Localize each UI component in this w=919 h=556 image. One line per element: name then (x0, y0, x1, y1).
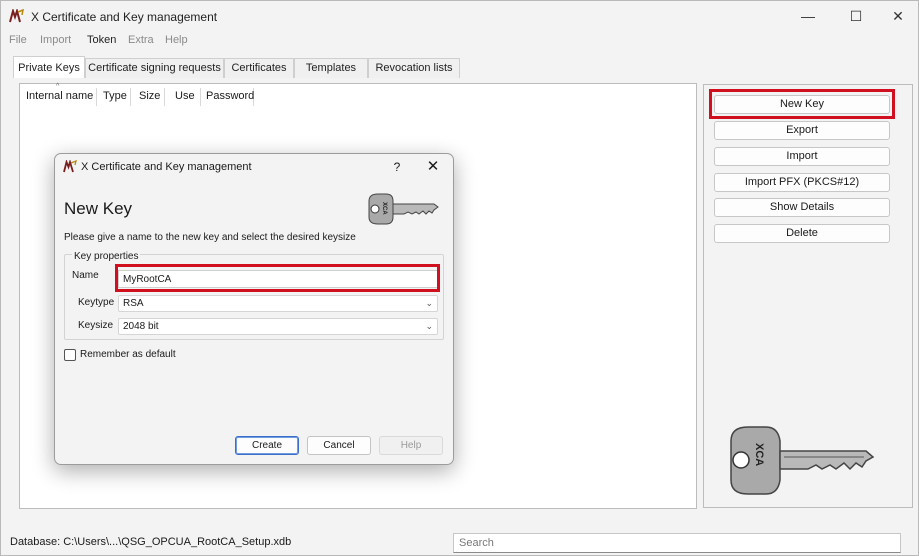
menu-file[interactable]: File (9, 34, 27, 46)
name-field-highlight (115, 264, 440, 292)
status-bar: Database: C:\Users\...\QSG_OPCUA_RootCA_… (1, 531, 918, 556)
keysize-value: 2048 bit (123, 321, 159, 332)
title-bar: X Certificate and Key management — ☐ ✕ (1, 1, 918, 31)
tab-revocation-lists[interactable]: Revocation lists (368, 58, 460, 78)
menu-token[interactable]: Token (87, 34, 116, 46)
new-key-highlight (709, 89, 895, 119)
svg-text:XCA: XCA (753, 443, 765, 466)
key-properties-group: Key properties Name Keytype RSA ⌄ Keysiz… (64, 251, 444, 340)
search-field[interactable] (453, 533, 901, 553)
dialog-description: Please give a name to the new key and se… (64, 232, 356, 243)
keysize-label: Keysize (78, 320, 114, 331)
svg-text:XCA: XCA (381, 202, 387, 215)
new-key-dialog: X Certificate and Key management ? ✕ New… (54, 153, 454, 465)
keytype-value: RSA (123, 298, 144, 309)
tab-certificates[interactable]: Certificates (224, 58, 294, 78)
close-window-button[interactable]: ✕ (875, 1, 919, 31)
remember-default-label: Remember as default (80, 349, 176, 360)
tab-private-keys[interactable]: Private Keys (13, 56, 85, 78)
main-window: X Certificate and Key management — ☐ ✕ F… (0, 0, 919, 556)
chevron-down-icon: ⌄ (425, 321, 433, 331)
menu-extra[interactable]: Extra (128, 34, 154, 46)
help-button[interactable]: Help (379, 436, 443, 455)
cancel-button[interactable]: Cancel (307, 436, 371, 455)
tab-templates[interactable]: Templates (294, 58, 368, 78)
minimize-button[interactable]: — (785, 1, 831, 31)
menu-help[interactable]: Help (165, 34, 188, 46)
dialog-title: X Certificate and Key management (81, 161, 252, 173)
key-illustration-icon: XCA (730, 426, 875, 495)
keytype-label: Keytype (78, 297, 115, 308)
keytype-select[interactable]: RSA ⌄ (118, 295, 438, 312)
action-panel: New Key Export Import Import PFX (PKCS#1… (703, 84, 913, 508)
dialog-help-button[interactable]: ? (387, 157, 407, 177)
name-label: Name (72, 270, 99, 281)
show-details-button[interactable]: Show Details (714, 198, 890, 217)
menu-import[interactable]: Import (40, 34, 71, 46)
group-title: Key properties (72, 251, 141, 262)
database-path: Database: C:\Users\...\QSG_OPCUA_RootCA_… (10, 536, 292, 548)
column-size[interactable]: Size (135, 88, 165, 106)
import-button[interactable]: Import (714, 147, 890, 166)
delete-button[interactable]: Delete (714, 224, 890, 243)
tab-certificate-signing-requests[interactable]: Certificate signing requests (85, 58, 224, 78)
xca-app-icon (9, 9, 24, 23)
column-password[interactable]: Password (202, 88, 254, 106)
create-button[interactable]: Create (235, 436, 299, 455)
remember-default-checkbox[interactable] (64, 349, 76, 361)
column-type[interactable]: Type (99, 88, 131, 106)
column-internal-name[interactable]: Internal name (22, 88, 97, 106)
menu-bar: File Import Token Extra Help (1, 32, 918, 50)
import-pfx-button[interactable]: Import PFX (PKCS#12) (714, 173, 890, 192)
maximize-button[interactable]: ☐ (833, 1, 879, 31)
column-use[interactable]: Use (171, 88, 201, 106)
chevron-down-icon: ⌄ (425, 298, 433, 308)
keysize-select[interactable]: 2048 bit ⌄ (118, 318, 438, 335)
dialog-close-button[interactable]: ✕ (423, 157, 443, 177)
dialog-heading: New Key (64, 199, 133, 218)
window-title: X Certificate and Key management (31, 10, 218, 24)
xca-dialog-icon (63, 160, 77, 173)
key-icon: XCA (368, 193, 439, 225)
search-input[interactable] (454, 534, 900, 552)
export-button[interactable]: Export (714, 121, 890, 140)
